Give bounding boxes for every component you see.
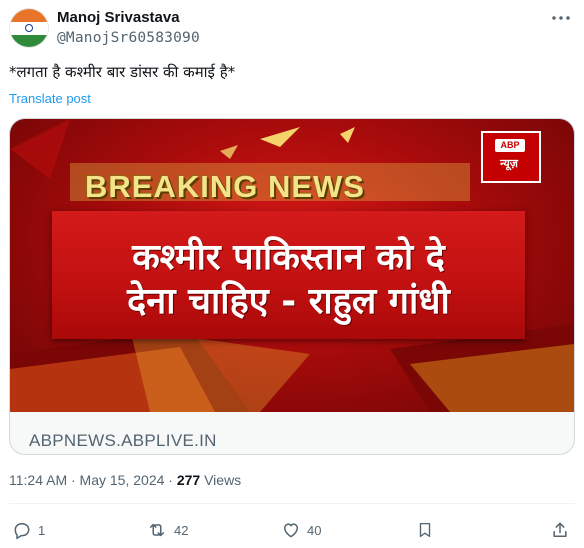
author-name[interactable]: Manoj Srivastava [57,9,180,26]
headline-line-1: कश्मीर पाकिस्तान को दे [132,237,445,278]
link-card[interactable]: BREAKING NEWS कश्मीर पाकिस्तान को दे देन… [9,118,575,455]
share-button[interactable] [550,515,570,545]
views-count: 277 [176,472,201,488]
like-count: 40 [307,522,322,538]
share-icon [553,522,567,537]
india-flag-icon [25,24,33,32]
translate-post-link[interactable]: Translate post [9,91,91,106]
heart-icon [284,523,298,538]
views-label: Views [204,472,242,488]
headline-banner: कश्मीर पाकिस्तान को दे देना चाहिए - राहु… [52,211,525,339]
reply-icon [14,523,30,540]
repost-button[interactable]: 42 [146,515,188,545]
repost-count: 42 [174,522,189,538]
abp-news-logo: ABP न्यूज़ [481,131,541,183]
logo-hindi-text: न्यूज़ [500,157,518,170]
flag-green-band [10,35,48,47]
post-text: *लगता है कश्मीर बार डांसर की कमाई है* [9,63,236,81]
author-handle[interactable]: @ManojSr60583090 [57,30,200,46]
more-options-icon[interactable] [548,8,574,28]
card-image[interactable]: BREAKING NEWS कश्मीर पाकिस्तान को दे देन… [10,119,574,412]
headline-line-2: देना चाहिए - राहुल गांधी [127,281,450,322]
bookmark-icon [419,522,431,538]
tweet: Manoj Srivastava @ManojSr60583090 *लगता … [0,0,584,548]
post-meta: 11:24 AM · May 15, 2024 · 277 Views [9,472,241,488]
like-button[interactable]: 40 [281,515,321,545]
logo-abp-text: ABP [495,139,525,152]
flag-saffron-band [10,9,48,22]
post-timestamp[interactable]: 11:24 AM · May 15, 2024 · [9,472,173,488]
avatar[interactable] [9,8,49,48]
breaking-news-label: BREAKING NEWS [85,169,365,204]
repost-icon [150,523,164,537]
card-domain[interactable]: ABPNEWS.ABPLIVE.IN [29,431,217,451]
action-divider [9,503,575,504]
reply-button[interactable]: 1 [12,515,45,545]
reply-count: 1 [38,522,46,538]
bookmark-button[interactable] [416,515,434,545]
